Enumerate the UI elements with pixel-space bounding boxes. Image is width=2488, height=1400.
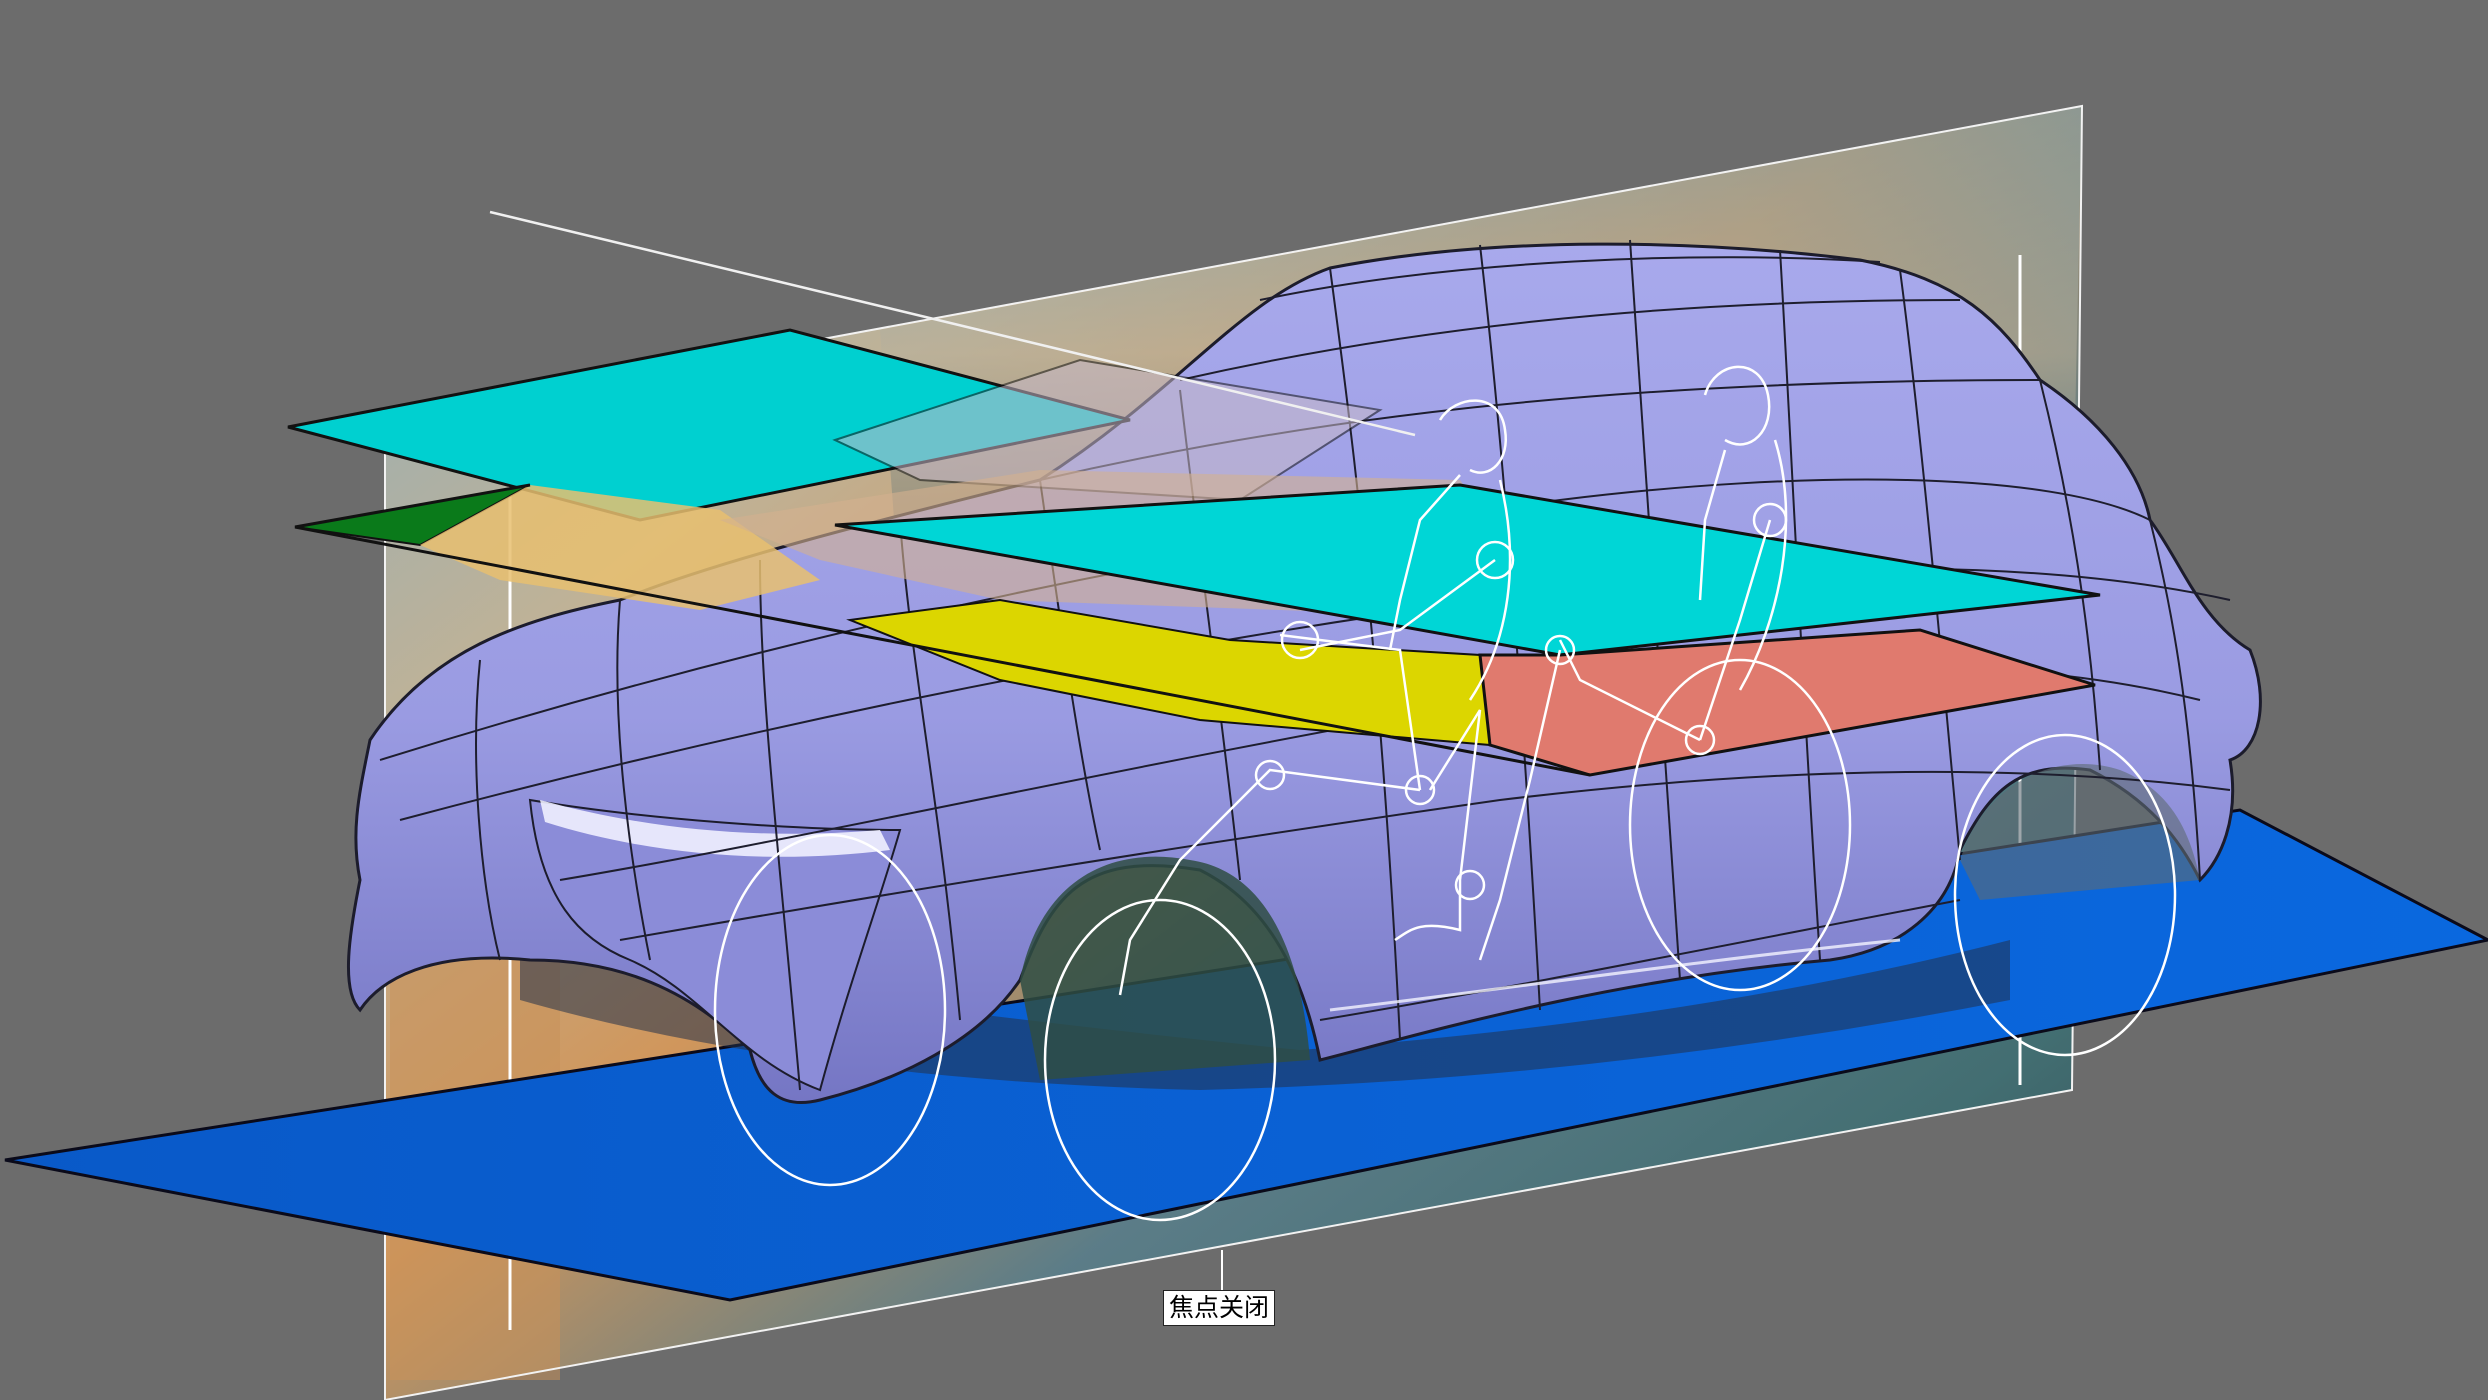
focus-status-label: 焦点关闭 <box>1163 1290 1276 1326</box>
3d-viewport[interactable]: 焦点关闭 <box>0 0 2488 1400</box>
cad-scene[interactable] <box>0 0 2488 1400</box>
